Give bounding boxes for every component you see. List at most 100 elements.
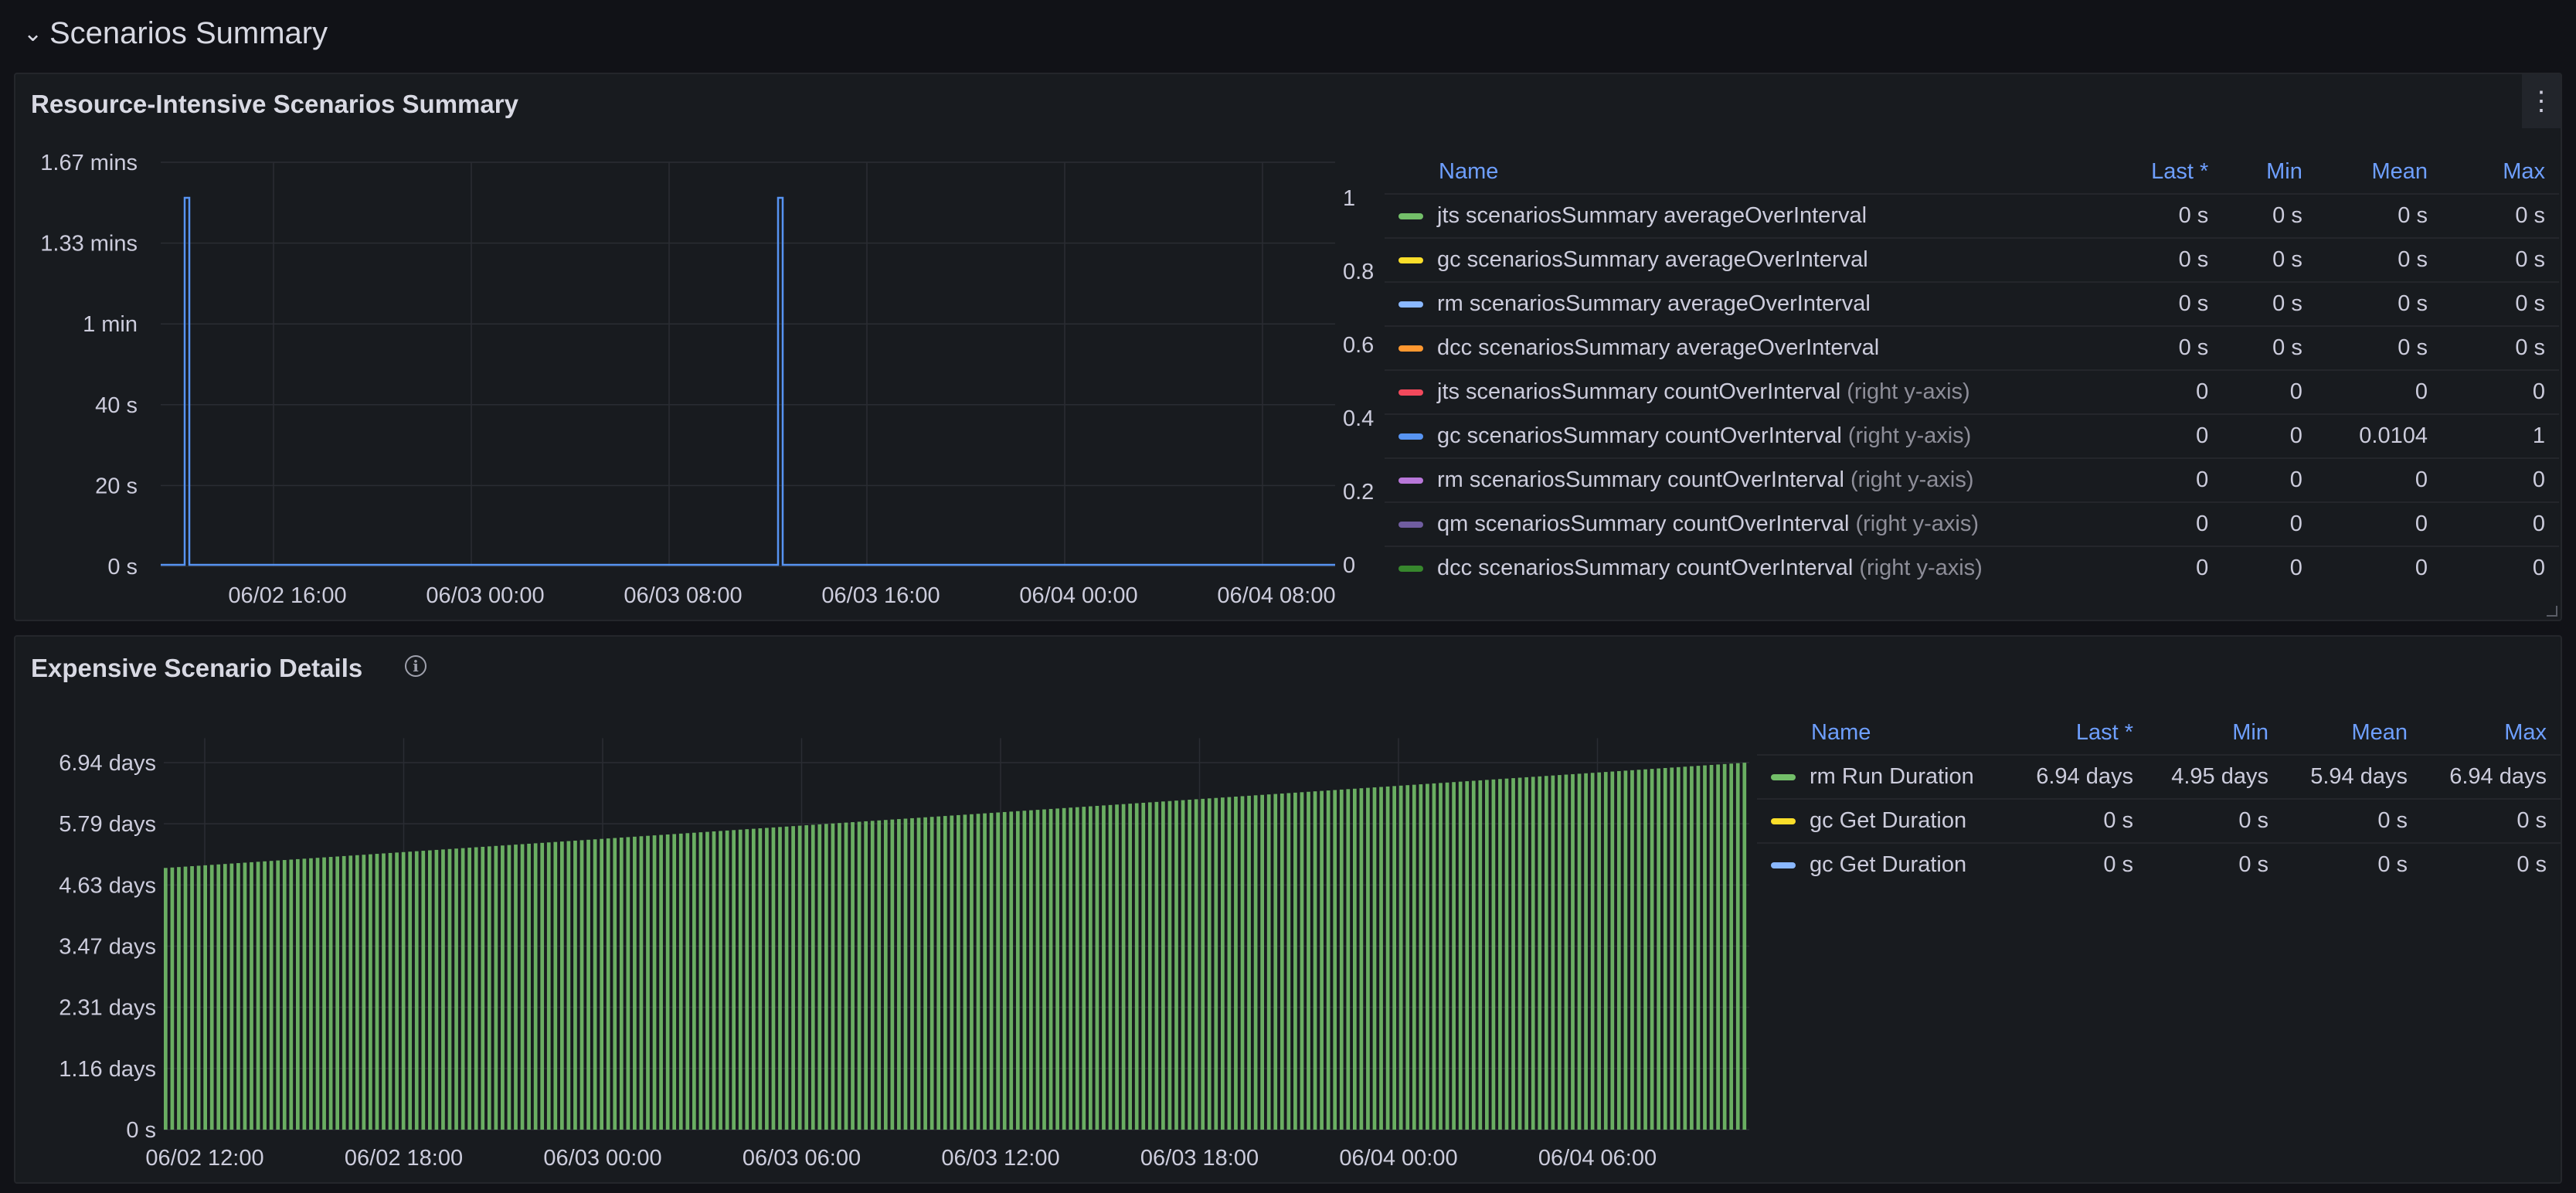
legend-series-cell[interactable]: rm scenariosSummary averageOverInterval (1385, 281, 2105, 326)
legend-header-mean[interactable]: Mean (2282, 715, 2421, 755)
duration-bar (1577, 773, 1582, 1130)
duration-bar (1478, 780, 1483, 1130)
legend-series-cell[interactable]: jts scenariosSummary countOverInterval (r… (1385, 369, 2105, 414)
legend-series-cell[interactable]: gc Get Duration (1757, 798, 2012, 843)
duration-bar (1108, 804, 1113, 1130)
duration-bar (1657, 768, 1661, 1130)
duration-bar (639, 836, 644, 1130)
legend-series-cell[interactable]: gc Get Duration (1757, 842, 2012, 886)
duration-bar (1147, 802, 1152, 1130)
legend-row[interactable]: rm Run Duration 6.94 days 4.95 days 5.94 da… (1757, 754, 2561, 799)
duration-bar (1320, 790, 1324, 1130)
legend-header-last[interactable]: Last * (2105, 155, 2222, 194)
legend-header-max[interactable]: Max (2421, 715, 2561, 755)
legend-row[interactable]: qm scenariosSummary countOverInterval (ri… (1385, 501, 2559, 546)
chart-expensive-scenario: 0 s 1.16 days 2.31 days 3.47 days 4.63 days 5… (59, 738, 1749, 1171)
legend-series-cell[interactable]: dcc scenariosSummary averageOverInterval (1385, 325, 2105, 370)
x-tick-label: 06/04 08:00 (1217, 583, 1335, 608)
duration-bar (1670, 767, 1674, 1130)
duration-bar (1286, 793, 1291, 1130)
legend-value-max: 0 s (2421, 842, 2561, 886)
legend-header-min[interactable]: Min (2222, 155, 2316, 194)
duration-bar (1458, 781, 1463, 1130)
duration-bar (1538, 776, 1542, 1130)
row-header-scenarios-summary[interactable]: ⌄ Scenarios Summary (23, 6, 328, 60)
legend-header-mean[interactable]: Mean (2316, 155, 2442, 194)
legend-row[interactable]: rm scenariosSummary countOverInterval (ri… (1385, 457, 2559, 502)
legend-header-last[interactable]: Last * (2012, 715, 2147, 755)
legend-series-cell[interactable]: dcc scenariosSummary countOverInterval (r… (1385, 546, 2105, 590)
legend-value-min: 0 s (2147, 842, 2282, 886)
legend-value-min: 0 s (2222, 237, 2316, 282)
duration-bar (289, 859, 294, 1130)
duration-bar (263, 861, 267, 1130)
legend-header-name[interactable]: Name (1385, 155, 2105, 194)
legend-row[interactable]: dcc scenariosSummary averageOverInterval… (1385, 325, 2559, 370)
duration-bar (1062, 807, 1066, 1130)
legend-table: Name Last * Min Mean Max jts scenariosSu… (1385, 155, 2559, 610)
legend-row[interactable]: rm scenariosSummary averageOverInterval 0… (1385, 281, 2559, 326)
duration-bar (989, 813, 994, 1130)
duration-bar (190, 866, 194, 1130)
duration-bar (414, 851, 419, 1130)
legend-value-mean: 0 s (2316, 325, 2442, 370)
legend-series-cell[interactable]: qm scenariosSummary countOverInterval (ri… (1385, 501, 2105, 546)
duration-bar (269, 861, 274, 1130)
duration-bar (553, 841, 558, 1130)
legend-row[interactable]: jts scenariosSummary averageOverInterval… (1385, 193, 2559, 238)
duration-bar (1095, 805, 1099, 1130)
legend-value-min: 0 s (2222, 193, 2316, 238)
y-tick-label-left: 40 s (95, 393, 138, 418)
legend-series-cell[interactable]: gc scenariosSummary averageOverInterval (1385, 237, 2105, 282)
x-tick-label: 06/03 00:00 (543, 1146, 661, 1171)
duration-bar (600, 838, 604, 1130)
duration-bar (355, 855, 359, 1130)
chevron-down-icon[interactable]: ⌄ (23, 20, 42, 47)
legend-series-cell[interactable]: gc scenariosSummary countOverInterval (ri… (1385, 413, 2105, 458)
legend-header-max[interactable]: Max (2442, 155, 2559, 194)
duration-bar (1742, 763, 1747, 1130)
duration-bar (216, 864, 221, 1130)
duration-bar (401, 851, 406, 1130)
series-name: rm scenariosSummary countOverInterval (1437, 467, 1844, 492)
duration-bar (276, 860, 280, 1130)
duration-bar (613, 838, 617, 1130)
legend-row[interactable]: gc Get Duration 0 s0 s0 s0 s (1757, 798, 2561, 843)
legend-series-cell[interactable]: jts scenariosSummary averageOverInterval (1385, 193, 2105, 238)
duration-bar (1359, 788, 1364, 1130)
duration-bar (771, 827, 776, 1130)
duration-bar (633, 836, 637, 1130)
series-name: qm scenariosSummary countOverInterval (1437, 512, 1850, 536)
duration-bar (1293, 792, 1297, 1130)
panel-menu-button[interactable]: ⋮ (2522, 74, 2561, 128)
legend-row[interactable]: gc scenariosSummary countOverInterval (ri… (1385, 413, 2559, 458)
legend-row[interactable]: dcc scenariosSummary countOverInterval (r… (1385, 546, 2559, 590)
x-tick-label: 06/02 18:00 (345, 1146, 463, 1171)
series-name: rm scenariosSummary averageOverInterval (1437, 291, 1871, 316)
legend-row[interactable]: gc scenariosSummary averageOverInterval 0… (1385, 237, 2559, 282)
legend-header-name[interactable]: Name (1757, 715, 2012, 755)
series-axis-note: (right y-axis) (1855, 512, 1979, 536)
info-icon[interactable]: i (405, 655, 427, 677)
legend-series-cell[interactable]: rm scenariosSummary countOverInterval (ri… (1385, 457, 2105, 502)
duration-bar (501, 845, 505, 1130)
legend-value-mean: 0 s (2316, 237, 2442, 282)
legend-row[interactable]: gc Get Duration 0 s0 s0 s0 s (1757, 842, 2561, 886)
legend-value-mean: 0 (2316, 501, 2442, 546)
duration-bar (533, 843, 538, 1130)
duration-bar (1392, 786, 1397, 1130)
duration-bar (1735, 763, 1740, 1130)
duration-bar (698, 832, 703, 1130)
resize-handle[interactable] (2547, 606, 2557, 617)
y-tick-label-right: 0.6 (1343, 333, 1374, 358)
duration-bar (1564, 774, 1568, 1130)
duration-bar (765, 828, 769, 1130)
legend-row[interactable]: jts scenariosSummary countOverInterval (r… (1385, 369, 2559, 414)
legend-series-cell[interactable]: rm Run Duration (1757, 754, 2012, 799)
duration-bar (1307, 791, 1310, 1130)
y-tick-label: 0 s (126, 1118, 156, 1143)
duration-bar (209, 865, 214, 1130)
series-name: dcc scenariosSummary averageOverInterval (1437, 335, 1880, 360)
duration-bar (970, 814, 974, 1130)
legend-header-min[interactable]: Min (2147, 715, 2282, 755)
